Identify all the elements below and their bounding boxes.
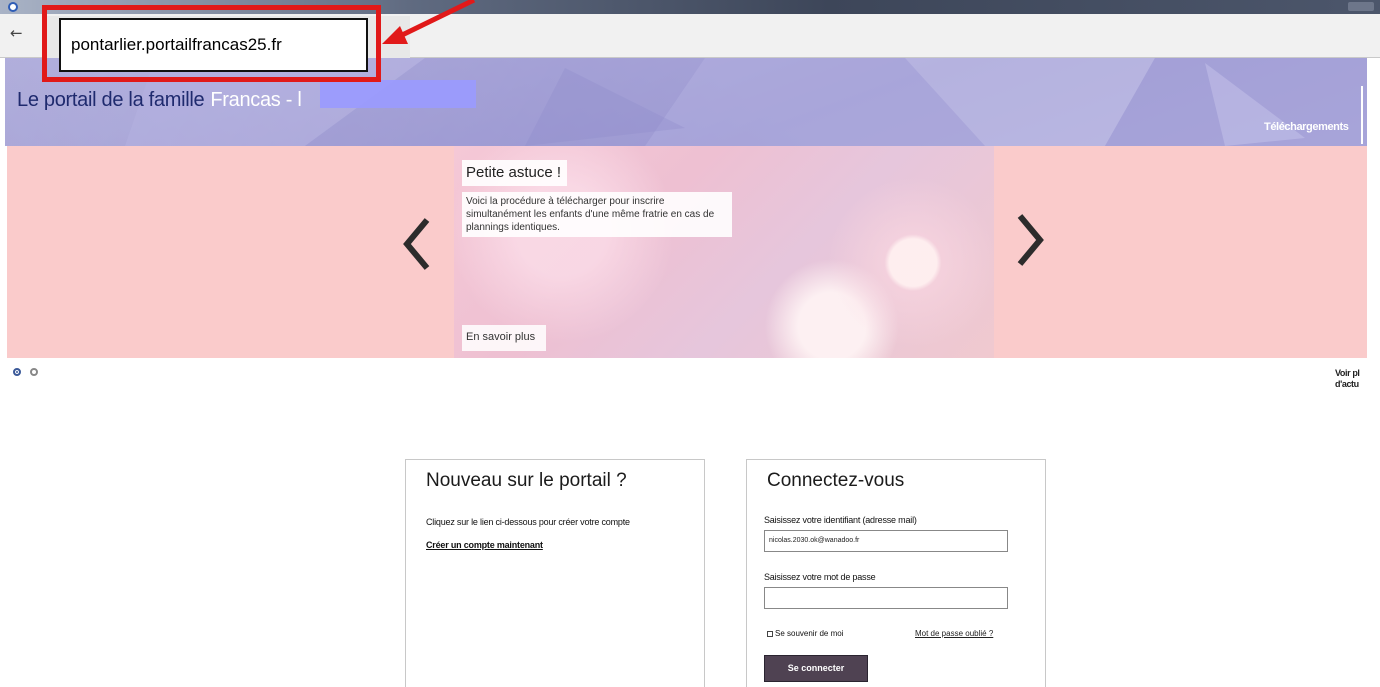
header-divider <box>1361 86 1363 144</box>
slide-title: Petite astuce ! <box>462 160 568 186</box>
site-brand[interactable]: Le portail de la famille Francas - l <box>17 89 302 112</box>
window-controls[interactable] <box>1348 2 1374 11</box>
more-news-line-1: Voir pl <box>1335 368 1360 378</box>
login-title: Connectez-vous <box>767 470 905 491</box>
carousel-dot-active[interactable] <box>13 368 21 376</box>
brand-prefix: Le portail de la famille <box>17 89 205 111</box>
carousel-dot[interactable] <box>30 368 38 376</box>
url-text[interactable]: pontarlier.portailfrancas25.fr <box>71 35 282 55</box>
callout-arrow-icon <box>382 0 476 44</box>
chevron-left-icon[interactable] <box>397 214 437 274</box>
remember-label: Se souvenir de moi <box>775 629 844 638</box>
new-user-description: Cliquez sur le lien ci-dessous pour crée… <box>426 517 630 527</box>
more-news-line-2: d'actu <box>1335 379 1359 389</box>
browser-tab-icon[interactable] <box>8 2 18 12</box>
login-panel: Connectez-vous Saisissez votre identifia… <box>746 459 1046 687</box>
identifier-input[interactable]: nicolas.2030.ok@wanadoo.fr <box>764 530 1008 552</box>
login-button[interactable]: Se connecter <box>764 655 868 682</box>
remember-me[interactable]: Se souvenir de moi <box>767 629 843 638</box>
slide-text: Voici la procédure à télécharger pour in… <box>462 192 732 237</box>
url-highlight-callout: pontarlier.portailfrancas25.fr <box>42 5 381 82</box>
new-user-title: Nouveau sur le portail ? <box>426 470 627 491</box>
back-arrow-icon[interactable]: ← <box>10 24 23 42</box>
brand-accent: Francas - l <box>210 89 302 111</box>
password-label: Saisissez votre mot de passe <box>764 572 876 582</box>
downloads-link[interactable]: Téléchargements <box>1264 121 1349 133</box>
password-input[interactable] <box>764 587 1008 609</box>
create-account-link[interactable]: Créer un compte maintenant <box>426 540 543 550</box>
more-news-link[interactable]: Voir pl d'actu <box>1335 368 1380 390</box>
identifier-label: Saisissez votre identifiant (adresse mai… <box>764 515 917 525</box>
new-user-panel: Nouveau sur le portail ? Cliquez sur le … <box>405 459 705 687</box>
chevron-right-icon[interactable] <box>1010 210 1050 270</box>
checkbox-icon[interactable] <box>767 630 773 637</box>
brand-highlight <box>320 80 476 108</box>
slide-more-link[interactable]: En savoir plus <box>462 325 546 351</box>
screenshot-root: ← pontarlier.portailfrancas25.fr Le port… <box>0 0 1380 687</box>
forgot-password-link[interactable]: Mot de passe oublié ? <box>915 629 993 638</box>
url-callout-box: pontarlier.portailfrancas25.fr <box>59 18 368 72</box>
